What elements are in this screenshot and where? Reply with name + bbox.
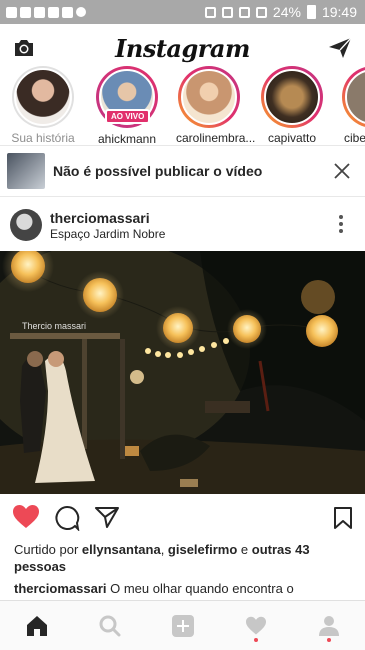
clock: 19:49	[321, 4, 357, 20]
wifi-icon	[238, 6, 250, 18]
story-carolinembra[interactable]: carolinembra...	[176, 66, 256, 145]
nav-search[interactable]	[73, 601, 146, 650]
video-thumbnail	[7, 153, 45, 189]
story-own[interactable]: Sua história	[10, 66, 76, 145]
instagram-logo[interactable]: Instagram	[115, 34, 250, 63]
caption-text: O meu olhar quando encontra o	[106, 581, 294, 596]
bookmark-icon[interactable]	[333, 506, 353, 530]
stories-tray: Sua história AO VIVO ahickmann carolinem…	[0, 66, 365, 146]
likes-summary: Curtido por ellynsantana, giselefirmo e …	[14, 541, 354, 575]
alarm-icon	[221, 6, 233, 18]
home-icon	[26, 615, 47, 636]
upload-failed-banner: Não é possível publicar o vídeo	[0, 145, 365, 197]
wedding-photo-illustration	[0, 251, 365, 494]
post-action-bar	[0, 500, 365, 536]
facebook-icon	[34, 6, 45, 18]
story-name: Sua história	[11, 131, 75, 145]
nav-new-post[interactable]	[146, 601, 219, 650]
story-cibe[interactable]: cibe	[340, 66, 365, 145]
facebook-icon	[20, 6, 31, 18]
heart-icon[interactable]	[12, 504, 40, 530]
story-name: cibe	[344, 131, 365, 145]
likes-prefix: Curtido por	[14, 542, 82, 557]
add-post-icon	[171, 614, 194, 637]
story-name: ahickmann	[97, 132, 157, 146]
post-location[interactable]: Espaço Jardim Nobre	[50, 227, 165, 241]
heart-icon	[245, 616, 266, 634]
camera-icon[interactable]	[12, 36, 36, 60]
avatar[interactable]	[10, 209, 42, 241]
liker-link[interactable]: ellynsantana	[82, 542, 161, 557]
bottom-navigation	[0, 600, 365, 650]
mute-icon	[204, 6, 216, 18]
app-notification-icon	[6, 6, 17, 18]
story-capivatto[interactable]: capivatto	[259, 66, 325, 145]
post-photo[interactable]: Thercio massari	[0, 251, 365, 494]
post-username[interactable]: therciomassari	[50, 210, 165, 226]
story-name: carolinembra...	[176, 131, 256, 145]
story-ahickmann[interactable]: AO VIVO ahickmann	[94, 66, 160, 146]
notification-icons	[0, 6, 86, 18]
profile-icon	[318, 615, 339, 636]
liker-link[interactable]: giselefirmo	[168, 542, 237, 557]
close-icon[interactable]	[333, 162, 351, 180]
battery-level: 24%	[272, 4, 301, 20]
battery-icon	[306, 5, 316, 19]
profile-notification-dot	[326, 638, 331, 642]
caption-username[interactable]: therciomassari	[14, 581, 107, 596]
likes-separator: ,	[160, 542, 168, 557]
comment-icon[interactable]	[54, 505, 80, 531]
nav-profile[interactable]	[292, 601, 365, 650]
photo-watermark: Thercio massari	[22, 321, 87, 331]
likes-conjunction: e	[237, 542, 252, 557]
nav-home[interactable]	[0, 601, 73, 650]
more-options-icon[interactable]	[339, 215, 343, 233]
gmail-icon	[62, 6, 73, 18]
status-bar: 24% 19:49	[0, 0, 365, 24]
activity-notification-dot	[253, 638, 258, 642]
share-icon[interactable]	[94, 505, 120, 529]
paper-plane-icon[interactable]	[327, 36, 353, 60]
nav-activity[interactable]	[219, 601, 292, 650]
post-header: therciomassari Espaço Jardim Nobre	[0, 199, 365, 251]
story-name: capivatto	[267, 131, 317, 145]
youtube-icon	[48, 6, 59, 18]
app-header: Instagram	[0, 24, 365, 72]
live-badge: AO VIVO	[105, 109, 151, 124]
upload-failed-message: Não é possível publicar o vídeo	[53, 163, 263, 179]
post-caption: therciomassari O meu olhar quando encont…	[14, 580, 354, 597]
voicemail-icon	[76, 7, 86, 17]
signal-icon	[255, 6, 267, 18]
search-icon	[99, 615, 120, 636]
